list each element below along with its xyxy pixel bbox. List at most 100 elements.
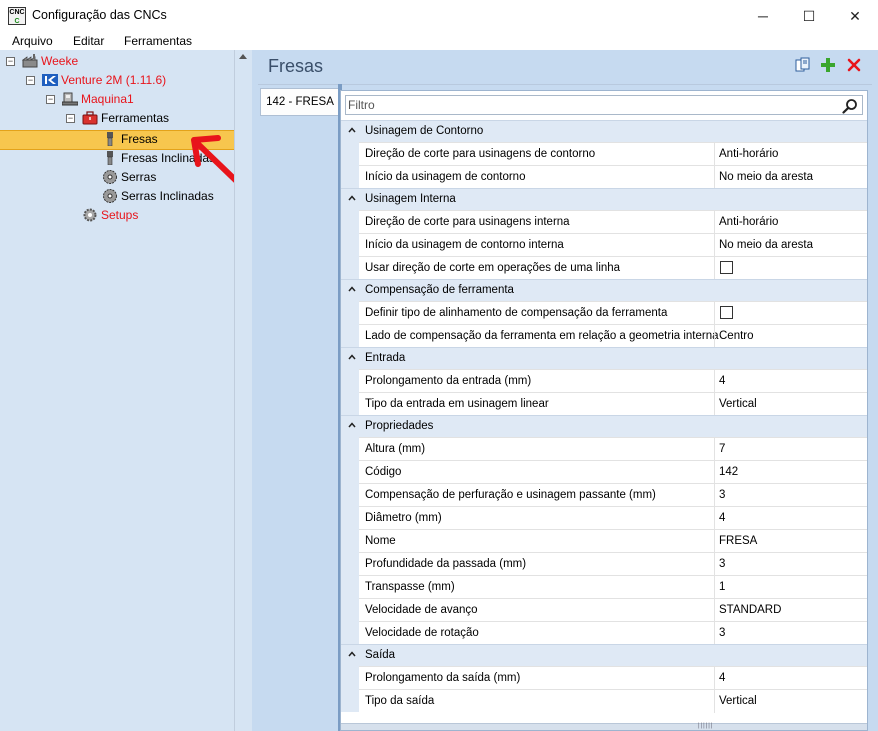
property-row[interactable]: Compensação de perfuração e usinagem pas… xyxy=(341,483,867,507)
column-divider xyxy=(714,690,715,713)
property-row[interactable]: Diâmetro (mm) 4 xyxy=(341,506,867,530)
saw-blade-icon xyxy=(103,189,117,203)
splitter-grip[interactable]: |||||| xyxy=(698,723,713,729)
property-value[interactable]: STANDARD xyxy=(719,604,781,616)
property-row[interactable]: Direção de corte para usinagens de conto… xyxy=(341,142,867,166)
collapse-icon[interactable]: − xyxy=(66,114,75,123)
row-gutter xyxy=(341,324,359,347)
maximize-button[interactable]: ☐ xyxy=(786,0,832,32)
property-value[interactable]: 3 xyxy=(719,627,725,639)
row-gutter xyxy=(341,575,359,598)
property-value[interactable]: 3 xyxy=(719,558,725,570)
tab-strip-divider xyxy=(258,84,872,85)
tree-label-setups: Setups xyxy=(101,208,139,222)
property-row[interactable]: Velocidade de rotação 3 xyxy=(341,621,867,645)
copy-icon[interactable] xyxy=(795,57,811,73)
menu-arquivo[interactable]: Arquivo xyxy=(12,34,53,48)
property-value[interactable]: FRESA xyxy=(719,535,757,547)
property-row[interactable]: Tipo da entrada em usinagem linear Vertic… xyxy=(341,392,867,416)
tree-item-weeke[interactable]: − Weeke xyxy=(0,52,234,71)
property-value[interactable]: 4 xyxy=(719,375,725,387)
detail-pane: Fresas 142 - FRESA Usinagem de Contorno D… xyxy=(252,50,878,731)
category-row[interactable]: Compensação de ferramenta xyxy=(341,279,867,301)
category-row[interactable]: Entrada xyxy=(341,347,867,369)
row-gutter xyxy=(341,689,359,712)
tree-item-setups[interactable]: Setups xyxy=(0,206,234,225)
row-gutter xyxy=(341,460,359,483)
minimize-button[interactable]: ─ xyxy=(740,0,786,32)
property-value[interactable]: 7 xyxy=(719,443,725,455)
category-row[interactable]: Propriedades xyxy=(341,415,867,437)
collapse-icon[interactable]: − xyxy=(26,76,35,85)
delete-icon[interactable] xyxy=(846,57,862,73)
category-row[interactable]: Usinagem Interna xyxy=(341,188,867,210)
factory-icon xyxy=(22,54,38,68)
property-name: Velocidade de avanço xyxy=(365,604,478,616)
property-row[interactable]: Início da usinagem de contorno No meio da… xyxy=(341,165,867,189)
chevron-up-icon[interactable] xyxy=(348,354,356,360)
search-icon[interactable] xyxy=(842,98,858,114)
tree-item-maquina[interactable]: − Maquina1 xyxy=(0,90,234,109)
property-value[interactable]: 3 xyxy=(719,489,725,501)
property-value[interactable]: Vertical xyxy=(719,695,757,707)
property-name: Transpasse (mm) xyxy=(365,581,455,593)
category-row[interactable]: Usinagem de Contorno xyxy=(341,120,867,142)
chevron-up-icon[interactable] xyxy=(348,127,356,133)
property-row[interactable]: Lado de compensação da ferramenta em rel… xyxy=(341,324,867,348)
tree-item-venture[interactable]: − Venture 2M (1.11.6) xyxy=(0,71,234,90)
machine-brand-icon xyxy=(42,74,58,86)
chevron-up-icon[interactable] xyxy=(348,286,356,292)
chevron-up-icon[interactable] xyxy=(348,651,356,657)
property-value[interactable]: Anti-horário xyxy=(719,148,778,160)
tree-scrollbar[interactable] xyxy=(234,50,252,731)
property-value[interactable]: Centro xyxy=(719,330,754,342)
property-checkbox[interactable] xyxy=(720,261,733,274)
chevron-up-icon[interactable] xyxy=(348,195,356,201)
property-value[interactable]: 4 xyxy=(719,512,725,524)
property-row[interactable]: Velocidade de avanço STANDARD xyxy=(341,598,867,622)
property-row[interactable]: Profundidade da passada (mm) 3 xyxy=(341,552,867,576)
property-value[interactable]: Vertical xyxy=(719,398,757,410)
property-value[interactable]: 4 xyxy=(719,672,725,684)
property-row[interactable]: Prolongamento da saída (mm) 4 xyxy=(341,666,867,690)
property-value[interactable]: No meio da aresta xyxy=(719,239,813,251)
property-row[interactable]: Definir tipo de alinhamento de compensaç… xyxy=(341,301,867,325)
property-value[interactable]: No meio da aresta xyxy=(719,171,813,183)
collapse-icon[interactable]: − xyxy=(46,95,55,104)
chevron-up-icon[interactable] xyxy=(348,422,356,428)
window-title: Configuração das CNCs xyxy=(32,8,167,22)
property-row[interactable]: Altura (mm) 7 xyxy=(341,437,867,461)
toolbox-icon xyxy=(82,111,98,125)
property-row[interactable]: Usar direção de corte em operações de um… xyxy=(341,256,867,280)
property-checkbox[interactable] xyxy=(720,306,733,319)
filter-box[interactable] xyxy=(345,95,863,115)
property-value[interactable]: Anti-horário xyxy=(719,216,778,228)
menu-ferramentas[interactable]: Ferramentas xyxy=(124,34,192,48)
property-row[interactable]: Nome FRESA xyxy=(341,529,867,553)
column-divider xyxy=(714,576,715,599)
category-row[interactable]: Saída xyxy=(341,644,867,666)
add-icon[interactable] xyxy=(820,57,836,73)
property-name: Definir tipo de alinhamento de compensaç… xyxy=(365,307,668,319)
property-value[interactable]: 1 xyxy=(719,581,725,593)
tab-142-fresa[interactable]: 142 - FRESA xyxy=(260,88,339,116)
property-row[interactable]: Direção de corte para usinagens interna A… xyxy=(341,210,867,234)
property-value[interactable]: 142 xyxy=(719,466,738,478)
tree-item-ferramentas[interactable]: − Ferramentas xyxy=(0,109,234,128)
filter-input[interactable] xyxy=(348,97,828,113)
property-name: Altura (mm) xyxy=(365,443,426,455)
property-name: Código xyxy=(365,466,402,478)
property-row[interactable]: Código 142 xyxy=(341,460,867,484)
column-divider xyxy=(714,553,715,576)
close-window-button[interactable]: ✕ xyxy=(832,0,878,32)
property-row[interactable]: Tipo da saída Vertical xyxy=(341,689,867,713)
grid-splitter[interactable]: |||||| xyxy=(341,723,867,730)
property-row[interactable]: Prolongamento da entrada (mm) 4 xyxy=(341,369,867,393)
column-divider xyxy=(714,507,715,530)
category-label: Entrada xyxy=(365,352,406,364)
scroll-up-icon[interactable] xyxy=(239,54,247,59)
menu-editar[interactable]: Editar xyxy=(73,34,104,48)
property-row[interactable]: Início da usinagem de contorno interna No… xyxy=(341,233,867,257)
collapse-icon[interactable]: − xyxy=(6,57,15,66)
property-row[interactable]: Transpasse (mm) 1 xyxy=(341,575,867,599)
